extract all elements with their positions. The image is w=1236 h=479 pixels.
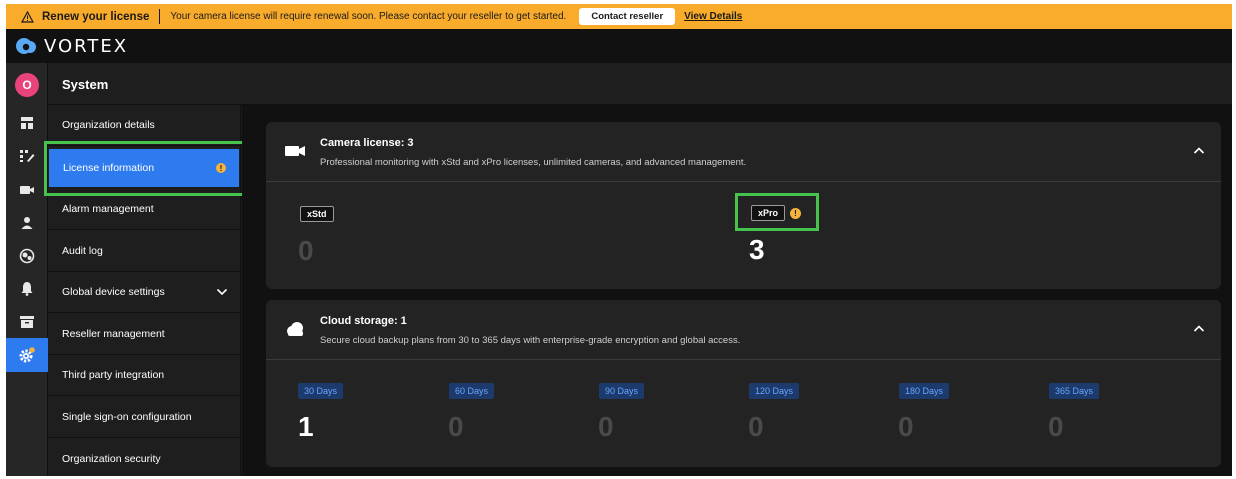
- settings-icon[interactable]: [6, 338, 48, 372]
- license-tag-xstd: xStd: [300, 206, 334, 222]
- subnav-item-license-information[interactable]: License information !: [49, 149, 239, 187]
- camera-icon: [285, 146, 305, 156]
- plan-count-30-days: 1: [298, 411, 314, 442]
- chevron-down-icon: [216, 288, 228, 296]
- avatar: O: [15, 72, 39, 97]
- integrations-icon[interactable]: [6, 239, 48, 272]
- cloud-storage-card: Cloud storage: 1 Secure cloud backup pla…: [266, 300, 1221, 467]
- view-details-link[interactable]: View Details: [684, 11, 742, 22]
- camera-license-description: Professional monitoring with xStd and xP…: [320, 157, 747, 168]
- license-banner: Renew your license Your camera license w…: [6, 4, 1232, 29]
- cloud-storage-header[interactable]: Cloud storage: 1 Secure cloud backup pla…: [266, 300, 1221, 360]
- brand-name: VORTEX: [44, 35, 129, 57]
- app-window: Renew your license Your camera license w…: [6, 4, 1232, 476]
- page-title: System: [62, 77, 109, 92]
- icon-rail: O: [6, 63, 48, 476]
- camera-license-title: Camera license: 3: [320, 137, 414, 149]
- user-icon[interactable]: [6, 206, 48, 239]
- subnav-item-organization-details[interactable]: Organization details: [48, 105, 240, 146]
- subnav-item-label: Audit log: [62, 245, 103, 257]
- plan-count-90-days: 0: [598, 411, 614, 442]
- plan-tag-90-days: 90 Days: [599, 383, 645, 399]
- subnav-item-label: Organization security: [62, 452, 161, 465]
- subnav-item-label: Single sign-on configuration: [62, 411, 192, 423]
- subnav-item-alarm-management[interactable]: Alarm management: [48, 189, 240, 230]
- camera-license-card: Camera license: 3 Professional monitorin…: [266, 122, 1221, 289]
- plan-tag-30-days: 30 Days: [298, 383, 344, 399]
- plan-count-60-days: 0: [448, 411, 464, 442]
- vortex-logo-icon: [16, 38, 36, 54]
- subnav-item-label: Organization details: [62, 119, 155, 131]
- bell-icon[interactable]: [6, 272, 48, 305]
- archive-icon[interactable]: [6, 305, 48, 338]
- plan-count-365-days: 0: [1048, 411, 1064, 442]
- plan-tag-180-days: 180 Days: [899, 383, 950, 399]
- contact-reseller-button[interactable]: Contact reseller: [579, 8, 676, 25]
- camera-license-header[interactable]: Camera license: 3 Professional monitorin…: [266, 122, 1221, 182]
- user-avatar-button[interactable]: O: [6, 68, 48, 101]
- banner-divider: [159, 9, 161, 24]
- plan-count-180-days: 0: [898, 411, 914, 442]
- cloud-icon: [287, 322, 303, 336]
- chevron-up-icon[interactable]: [1193, 324, 1205, 334]
- subnav-item-third-party-integration[interactable]: Third party integration: [48, 355, 240, 396]
- info-icon[interactable]: !: [790, 208, 801, 219]
- camera-icon[interactable]: [6, 173, 48, 206]
- license-tag-xpro: xPro: [751, 205, 786, 221]
- main-content: Camera license: 3 Professional monitorin…: [242, 105, 1232, 476]
- banner-title: Renew your license: [42, 10, 150, 23]
- dashboard-icon[interactable]: [6, 106, 48, 139]
- banner-message: Your camera license will require renewal…: [170, 11, 567, 22]
- section-header: System: [48, 63, 1232, 105]
- chevron-up-icon[interactable]: [1193, 146, 1205, 156]
- subnav-item-single-sign-on[interactable]: Single sign-on configuration: [48, 397, 240, 438]
- license-count-xpro: 3: [749, 234, 765, 265]
- tasks-icon[interactable]: [6, 139, 48, 172]
- cloud-storage-description: Secure cloud backup plans from 30 to 365…: [320, 335, 741, 346]
- warning-icon: [20, 10, 34, 23]
- subnav-item-label: Reseller management: [62, 328, 165, 340]
- subnav-item-audit-log[interactable]: Audit log: [48, 231, 240, 272]
- info-icon: !: [216, 163, 226, 173]
- subnav-item-reseller-management[interactable]: Reseller management: [48, 314, 240, 355]
- subnav-item-label: Alarm management: [62, 203, 154, 215]
- top-bar: VORTEX: [6, 29, 1232, 63]
- cloud-storage-title: Cloud storage: 1: [320, 315, 407, 327]
- subnav-item-organization-security[interactable]: Organization security: [48, 438, 240, 476]
- subnav-item-label: Global device settings: [62, 286, 165, 298]
- settings-subnav: Organization details License information…: [48, 105, 241, 476]
- subnav-item-label: Third party integration: [62, 369, 165, 381]
- subnav-item-label: License information: [63, 162, 155, 174]
- plan-tag-60-days: 60 Days: [449, 383, 495, 399]
- subnav-item-global-device-settings[interactable]: Global device settings: [48, 272, 240, 313]
- plan-tag-365-days: 365 Days: [1049, 383, 1100, 399]
- plan-tag-120-days: 120 Days: [749, 383, 800, 399]
- plan-count-120-days: 0: [748, 411, 764, 442]
- license-count-xstd: 0: [298, 235, 314, 266]
